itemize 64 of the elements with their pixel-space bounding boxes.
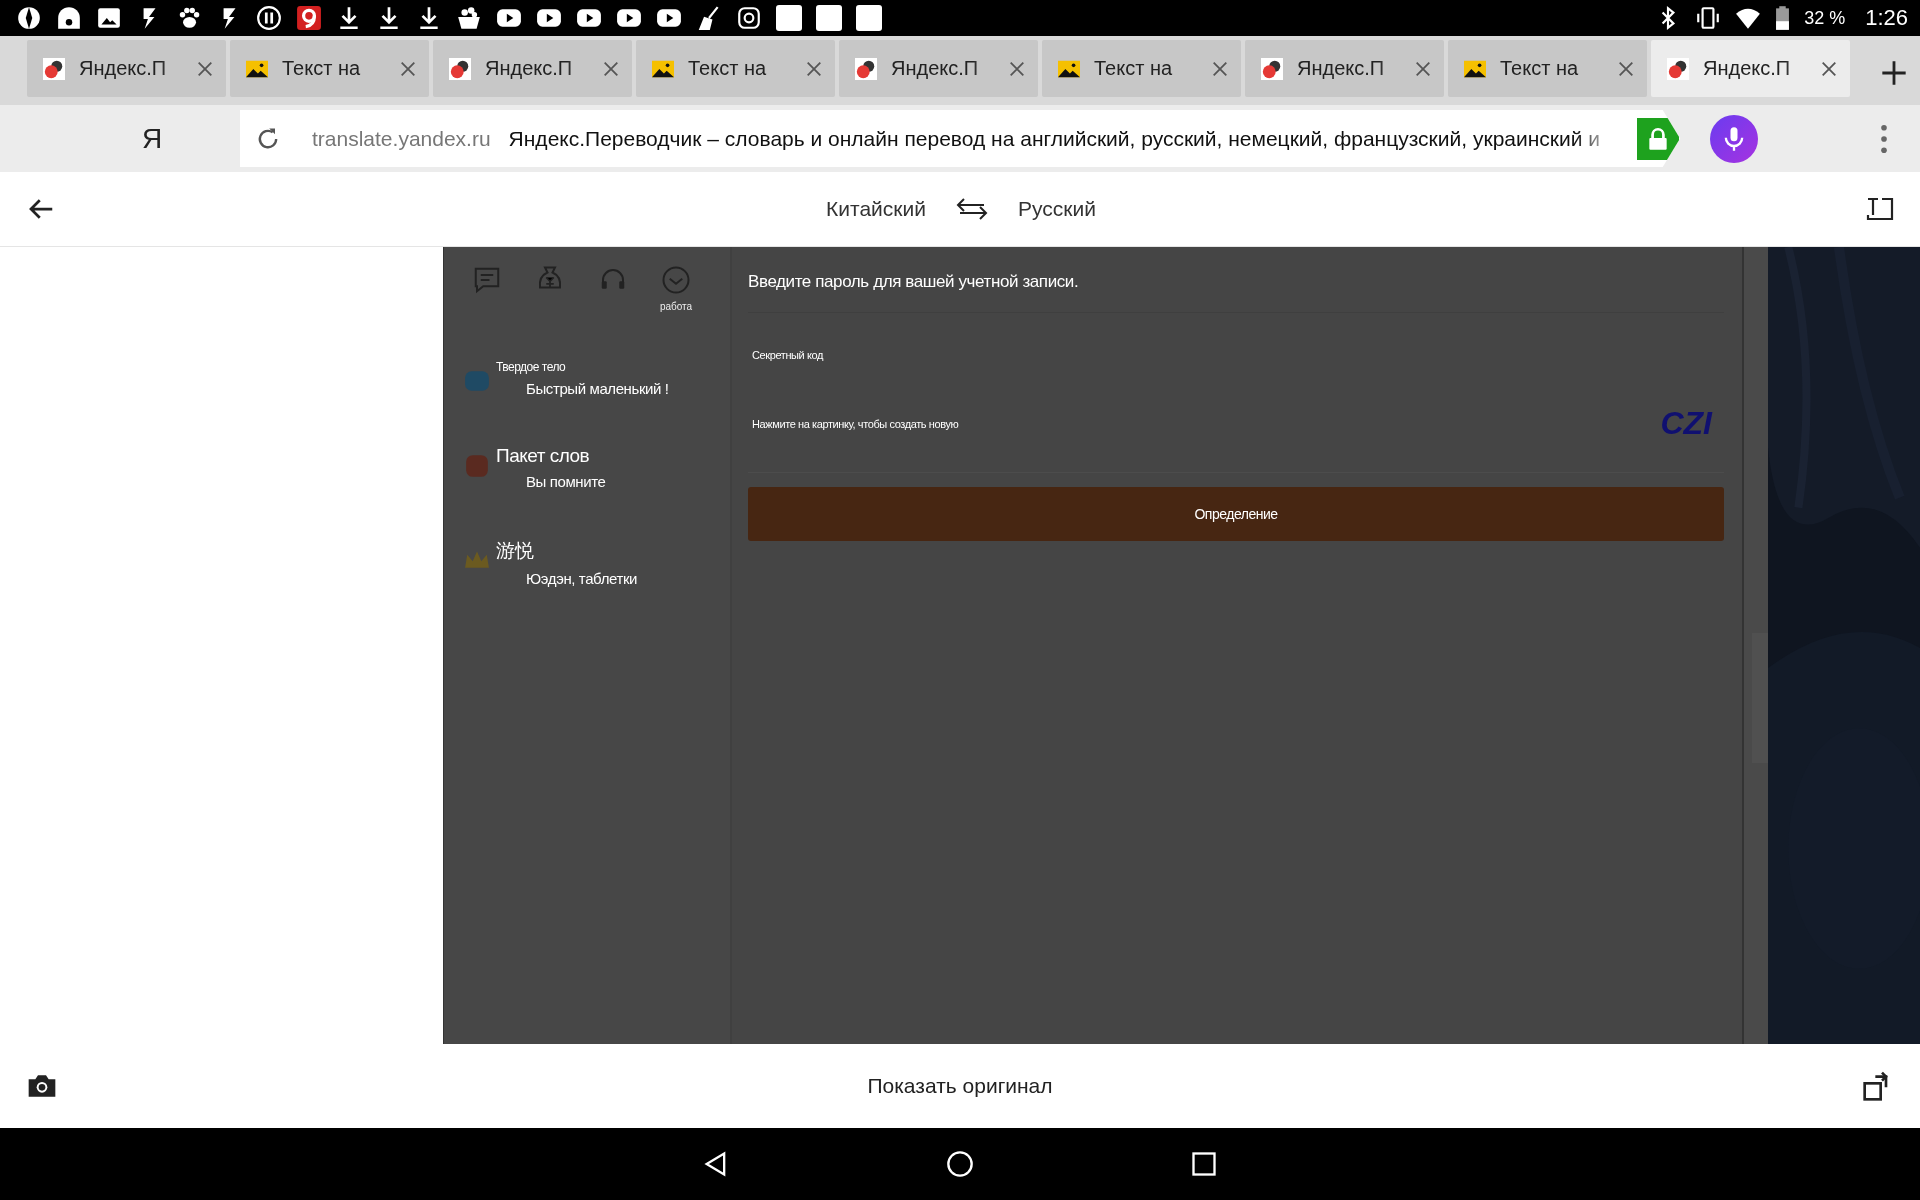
address-field[interactable]: translate.yandex.ru Яндекс.Переводчик – словарь и онлайн перевод на английский, русский, немецкий, французский, украинский и xyxy=(240,110,1680,167)
avatar-icon xyxy=(464,368,490,394)
camera-icon xyxy=(736,5,762,31)
clock-time: 1:26 xyxy=(1865,5,1908,31)
form-title: Введите пароль для вашей учетной записи. xyxy=(748,247,1724,313)
new-tab-icon[interactable] xyxy=(1880,58,1908,87)
contact-message: Вы помните xyxy=(525,473,606,490)
translate-icon xyxy=(1667,57,1689,80)
battery-icon xyxy=(1775,5,1791,31)
browser-tab[interactable]: Текст на xyxy=(636,40,835,97)
contact-message: Быстрый маленький ! xyxy=(525,380,669,397)
browser-tab[interactable]: Яндекс.П xyxy=(839,40,1038,97)
browser-tab[interactable]: Текст на xyxy=(1448,40,1647,97)
close-icon[interactable] xyxy=(1008,59,1026,78)
lock-button[interactable] xyxy=(1636,117,1679,160)
text-mode-icon[interactable] xyxy=(1866,195,1894,223)
browser-tab[interactable]: Яндекс.П xyxy=(1651,40,1850,97)
browser-tab[interactable]: Яндекс.П xyxy=(433,40,632,97)
battery-percent: 32 % xyxy=(1804,7,1846,29)
menu-icon[interactable] xyxy=(1880,123,1888,154)
close-icon[interactable] xyxy=(1211,59,1229,78)
translate-icon xyxy=(1261,57,1283,80)
home-icon[interactable] xyxy=(946,1150,974,1178)
close-icon[interactable] xyxy=(399,59,417,78)
browser-tab[interactable]: Яндекс.П xyxy=(27,40,226,97)
image-icon xyxy=(96,5,122,31)
side-handle[interactable] xyxy=(1752,633,1768,763)
gauge-icon xyxy=(56,5,82,31)
swap-icon[interactable] xyxy=(956,197,988,221)
close-icon[interactable] xyxy=(805,59,823,78)
contact-name: Твердое тело xyxy=(496,360,567,374)
close-icon[interactable] xyxy=(1414,59,1432,78)
voice-search-button[interactable] xyxy=(1710,114,1758,163)
browser-tab[interactable]: Яндекс.П xyxy=(1245,40,1444,97)
browser-tab[interactable]: Текст на xyxy=(230,40,429,97)
icon-label: работа xyxy=(659,301,693,312)
aperture-icon xyxy=(16,5,42,31)
close-icon[interactable] xyxy=(1820,59,1838,78)
browser-logo[interactable]: Я xyxy=(0,122,240,155)
avatar-icon xyxy=(464,453,490,479)
translate-icon xyxy=(449,57,471,80)
close-icon[interactable] xyxy=(1617,59,1635,78)
close-icon[interactable] xyxy=(196,59,214,78)
bowl-icon xyxy=(456,5,482,31)
contact-name: 游悦 xyxy=(496,539,535,563)
translate-icon xyxy=(43,57,65,80)
translate-icon xyxy=(855,57,877,80)
browser-tab[interactable]: Текст на xyxy=(1042,40,1241,97)
submit-button[interactable]: Определение xyxy=(748,487,1724,541)
close-icon[interactable] xyxy=(602,59,620,78)
captcha-hint: Нажмите на картинку, чтобы создать новую xyxy=(752,417,959,430)
notification-icon xyxy=(816,5,842,31)
recents-icon[interactable] xyxy=(1190,1150,1218,1178)
pause-icon xyxy=(256,5,282,31)
source-language[interactable]: Китайский xyxy=(826,197,926,221)
vibrate-icon xyxy=(1695,5,1722,31)
notification-icon xyxy=(776,5,802,31)
contact-name: Пакет слов xyxy=(496,445,591,467)
app-badge-icon xyxy=(296,5,322,31)
show-original-button[interactable]: Показать оригинал xyxy=(867,1074,1053,1098)
target-language[interactable]: Русский xyxy=(1018,197,1096,221)
notification-icon xyxy=(856,5,882,31)
secret-code-label: Секретный код xyxy=(752,349,825,361)
contact-message: Юэдэн, таблетки xyxy=(525,570,638,587)
